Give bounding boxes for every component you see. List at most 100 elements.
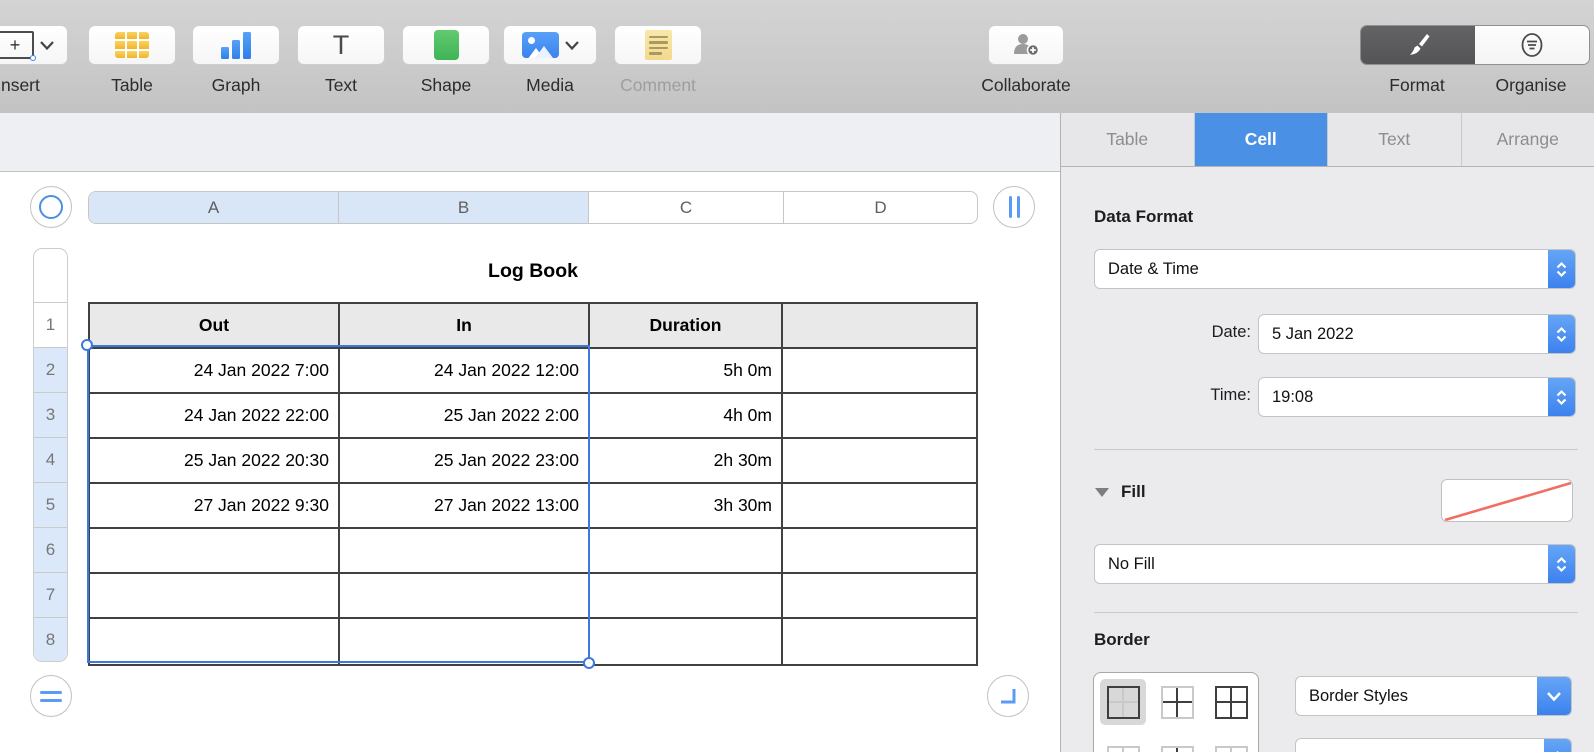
border-option-inner[interactable] <box>1154 679 1200 725</box>
table-cell[interactable]: 3h 30m <box>590 484 783 527</box>
section-divider <box>1094 449 1578 450</box>
add-row-handle[interactable] <box>30 675 72 717</box>
column-header-b[interactable]: B <box>339 192 589 223</box>
stepper-icon[interactable] <box>1544 739 1571 752</box>
table-header-cell[interactable] <box>783 304 976 347</box>
shape-button[interactable] <box>402 25 490 65</box>
format-button[interactable] <box>1361 26 1475 64</box>
table-cell[interactable] <box>783 529 976 572</box>
table-cell[interactable] <box>783 574 976 617</box>
media-label: Media <box>526 75 574 95</box>
table-header-cell[interactable]: Duration <box>590 304 783 347</box>
table-cell[interactable]: 24 Jan 2022 22:00 <box>90 394 340 437</box>
time-format-dropdown[interactable]: 19:08 <box>1258 377 1576 417</box>
row-header-8[interactable]: 8 <box>34 618 67 661</box>
table-cell[interactable] <box>783 439 976 482</box>
row-header-3[interactable]: 3 <box>34 393 67 438</box>
table-label: Table <box>111 75 153 95</box>
border-styles-dropdown[interactable]: Border Styles <box>1295 676 1572 716</box>
table-cell[interactable] <box>590 619 783 664</box>
table-cell[interactable] <box>783 349 976 392</box>
row-header-5[interactable]: 5 <box>34 483 67 528</box>
column-header-a[interactable]: A <box>89 192 339 223</box>
table-cell[interactable]: 4h 0m <box>590 394 783 437</box>
table-cell[interactable] <box>90 529 340 572</box>
table-select-all-handle[interactable] <box>30 186 72 228</box>
border-option-all-outer[interactable] <box>1100 679 1146 725</box>
table-cell[interactable]: 27 Jan 2022 13:00 <box>340 484 590 527</box>
column-header-d[interactable]: D <box>784 192 977 223</box>
row-header-6[interactable]: 6 <box>34 528 67 573</box>
table-cell[interactable]: 25 Jan 2022 23:00 <box>340 439 590 482</box>
row-header-2[interactable]: 2 <box>34 348 67 393</box>
table-cell[interactable]: 27 Jan 2022 9:30 <box>90 484 340 527</box>
table-cell[interactable]: 24 Jan 2022 12:00 <box>340 349 590 392</box>
fill-color-well[interactable] <box>1441 479 1573 522</box>
disclosure-triangle-icon[interactable] <box>1095 487 1109 497</box>
border-option-all[interactable] <box>1208 679 1254 725</box>
chevron-down-icon[interactable] <box>1537 677 1571 715</box>
table-cell[interactable]: 25 Jan 2022 20:30 <box>90 439 340 482</box>
table-cell[interactable] <box>783 484 976 527</box>
table-button[interactable] <box>88 25 176 65</box>
table-cell[interactable] <box>340 619 590 664</box>
stepper-icon[interactable] <box>1548 545 1575 583</box>
row-header-4[interactable]: 4 <box>34 438 67 483</box>
date-format-dropdown[interactable]: 5 Jan 2022 <box>1258 314 1576 354</box>
table-cell[interactable]: 25 Jan 2022 2:00 <box>340 394 590 437</box>
comment-button[interactable] <box>614 25 702 65</box>
fill-type-dropdown[interactable]: No Fill <box>1094 544 1576 584</box>
border-option-row3[interactable] <box>1208 739 1254 752</box>
tab-arrange[interactable]: Arrange <box>1462 113 1594 166</box>
selection-handle-bottom-right[interactable] <box>583 657 595 669</box>
chevron-down-icon <box>564 40 579 50</box>
collaborate-button[interactable] <box>988 25 1064 65</box>
date-label: Date: <box>1211 323 1251 341</box>
border-width-dropdown[interactable] <box>1295 738 1572 752</box>
graph-button[interactable] <box>192 25 280 65</box>
format-paintbrush-icon <box>1410 34 1430 55</box>
table-cell[interactable] <box>90 619 340 664</box>
table-header-cell[interactable]: In <box>340 304 590 347</box>
text-button[interactable]: T <box>297 25 385 65</box>
table-header-cell[interactable]: Out <box>90 304 340 347</box>
tab-table[interactable]: Table <box>1061 113 1195 166</box>
table-cell[interactable]: 24 Jan 2022 7:00 <box>90 349 340 392</box>
stepper-icon[interactable] <box>1548 250 1575 288</box>
table-cell[interactable] <box>783 394 976 437</box>
tab-text[interactable]: Text <box>1328 113 1462 166</box>
comment-label: Comment <box>620 75 696 95</box>
selection-handle-top-left[interactable] <box>81 339 93 351</box>
media-button[interactable] <box>503 25 597 65</box>
add-column-handle[interactable] <box>993 186 1035 228</box>
fill-section-header[interactable]: Fill <box>1095 482 1146 502</box>
table-title[interactable]: Log Book <box>88 260 978 283</box>
table-row <box>90 574 976 619</box>
row-header-title[interactable] <box>34 249 67 303</box>
column-header-c[interactable]: C <box>589 192 784 223</box>
border-grid-icon <box>1106 745 1140 752</box>
table-cell[interactable] <box>340 529 590 572</box>
border-option-row[interactable] <box>1100 739 1146 752</box>
table-cell[interactable]: 2h 30m <box>590 439 783 482</box>
organise-button[interactable] <box>1475 26 1589 64</box>
table-cell[interactable] <box>590 574 783 617</box>
stepper-icon[interactable] <box>1548 315 1575 353</box>
view-segmented-control <box>1360 25 1590 65</box>
stepper-icon[interactable] <box>1548 378 1575 416</box>
table-cell[interactable] <box>90 574 340 617</box>
row-header-1[interactable]: 1 <box>34 303 67 348</box>
table-cell[interactable] <box>590 529 783 572</box>
column-header-bar: A B C D <box>88 191 978 224</box>
table-cell[interactable] <box>783 619 976 664</box>
insert-button[interactable]: + <box>0 25 68 65</box>
data-format-dropdown[interactable]: Date & Time <box>1094 249 1576 289</box>
tab-cell[interactable]: Cell <box>1194 113 1328 166</box>
organise-icon <box>1521 33 1543 57</box>
resize-corner-icon <box>1001 689 1016 704</box>
table-resize-handle[interactable] <box>987 675 1029 717</box>
row-header-7[interactable]: 7 <box>34 573 67 618</box>
border-option-row2[interactable] <box>1154 739 1200 752</box>
table-cell[interactable]: 5h 0m <box>590 349 783 392</box>
table-cell[interactable] <box>340 574 590 617</box>
